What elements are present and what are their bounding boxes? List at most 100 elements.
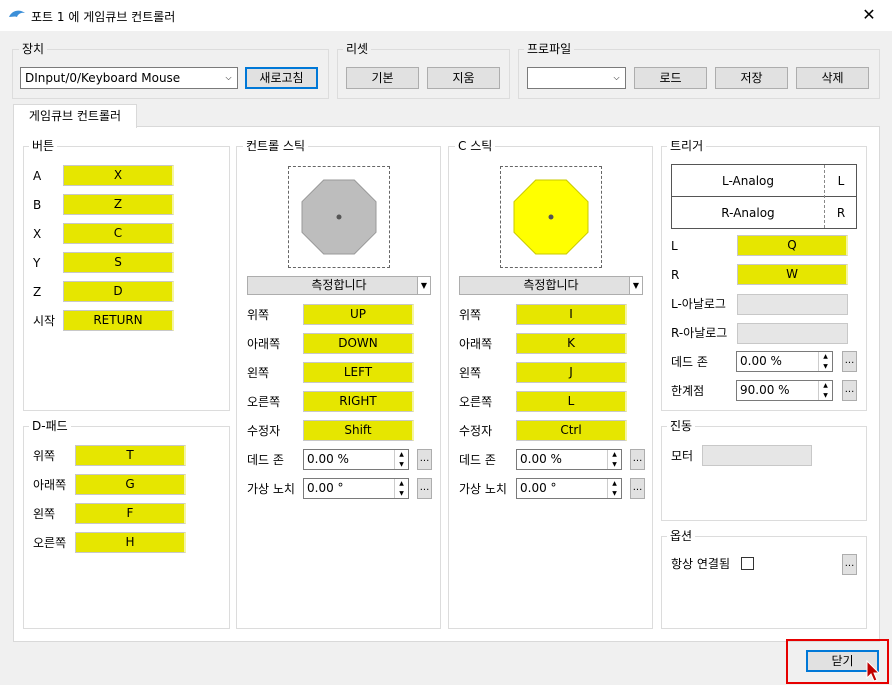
profile-label: 프로파일 bbox=[524, 42, 575, 56]
delete-button[interactable]: 삭제 bbox=[796, 67, 869, 89]
always-connected-checkbox[interactable] bbox=[741, 557, 754, 570]
c-stick-dead-zone-spinbox[interactable]: 0.00 % ▲ ▼ bbox=[516, 449, 622, 470]
dpad-3-label: 오른쪽 bbox=[33, 536, 67, 550]
r-digital-label: R bbox=[836, 206, 846, 220]
device-select[interactable]: DInput/0/Keyboard Mouse ⌵ bbox=[20, 67, 238, 89]
c-stick-label: C 스틱 bbox=[455, 139, 496, 153]
c-stick-1-key[interactable]: K bbox=[516, 333, 627, 354]
c-stick-3-key[interactable]: L bbox=[516, 391, 627, 412]
main-stick-0-label: 위쪽 bbox=[247, 308, 270, 322]
main-stick-3-label: 오른쪽 bbox=[247, 395, 281, 409]
c-stick-virtual-notch-more-button[interactable]: ... bbox=[630, 478, 645, 499]
rumble-group bbox=[661, 426, 867, 521]
close-icon[interactable]: ✕ bbox=[856, 4, 882, 26]
c-stick-1-label: 아래쪽 bbox=[459, 337, 493, 351]
main-stick-4-key[interactable]: Shift bbox=[303, 420, 414, 441]
trigger-threshold-spinbox[interactable]: 90.00 % ▲ ▼ bbox=[736, 380, 833, 401]
c-stick-octagon bbox=[513, 179, 589, 255]
dpad-3-key[interactable]: H bbox=[75, 532, 186, 553]
c-stick-2-key[interactable]: J bbox=[516, 362, 627, 383]
chevron-down-icon[interactable]: ▼ bbox=[629, 277, 642, 294]
dpad-label: D-패드 bbox=[29, 419, 71, 433]
trigger-dead-zone-spinbox[interactable]: 0.00 % ▲ ▼ bbox=[736, 351, 833, 372]
main-stick-virtual-notch-more-button[interactable]: ... bbox=[417, 478, 432, 499]
c-stick-4-key[interactable]: Ctrl bbox=[516, 420, 627, 441]
options-group bbox=[661, 536, 867, 629]
title-bar: 포트 1 에 게임큐브 컨트롤러 ✕ bbox=[0, 0, 892, 31]
main-stick-label: 컨트롤 스틱 bbox=[243, 139, 309, 153]
buttons-label: 버튼 bbox=[29, 139, 58, 153]
c-stick-virtual-notch-value: 0.00 ° bbox=[520, 481, 557, 495]
l-analog-input[interactable] bbox=[737, 294, 848, 315]
save-button[interactable]: 저장 bbox=[715, 67, 788, 89]
dpad-2-key[interactable]: F bbox=[75, 503, 186, 524]
button-5-key[interactable]: RETURN bbox=[63, 310, 174, 331]
button-3-key[interactable]: S bbox=[63, 252, 174, 273]
spin-arrows-icon[interactable]: ▲ ▼ bbox=[818, 381, 832, 400]
dolphin-icon bbox=[9, 10, 25, 17]
window-title: 포트 1 에 게임큐브 컨트롤러 bbox=[31, 10, 176, 24]
button-0-key[interactable]: X bbox=[63, 165, 174, 186]
spin-arrows-icon[interactable]: ▲ ▼ bbox=[394, 479, 408, 498]
spin-arrows-icon[interactable]: ▲ ▼ bbox=[607, 479, 621, 498]
main-stick-calibrate-button[interactable]: 측정합니다 ▼ bbox=[247, 276, 431, 295]
trigger-r-key[interactable]: W bbox=[737, 264, 848, 285]
main-stick-1-label: 아래쪽 bbox=[247, 337, 281, 351]
device-label: 장치 bbox=[19, 42, 48, 56]
trigger-analog-box: L-Analog L R-Analog R bbox=[671, 164, 857, 229]
main-stick-0-key[interactable]: UP bbox=[303, 304, 414, 325]
chevron-down-icon[interactable]: ▼ bbox=[417, 277, 430, 294]
main-stick-1-key[interactable]: DOWN bbox=[303, 333, 414, 354]
spin-arrows-icon[interactable]: ▲ ▼ bbox=[818, 352, 832, 371]
refresh-button[interactable]: 새로고침 bbox=[245, 67, 318, 89]
profile-select[interactable]: ⌵ bbox=[527, 67, 626, 89]
c-stick-0-label: 위쪽 bbox=[459, 308, 482, 322]
dpad-1-key[interactable]: G bbox=[75, 474, 186, 495]
button-4-key[interactable]: D bbox=[63, 281, 174, 302]
options-label: 옵션 bbox=[667, 529, 696, 543]
main-stick-dead-zone-more-button[interactable]: ... bbox=[417, 449, 432, 470]
always-connected-label: 항상 연결됨 bbox=[671, 557, 731, 571]
main-stick-dead-zone-label: 데드 존 bbox=[247, 453, 284, 467]
trigger-dead-zone-value: 0.00 % bbox=[740, 354, 782, 368]
r-analog-input[interactable] bbox=[737, 323, 848, 344]
dpad-1-label: 아래쪽 bbox=[33, 478, 67, 492]
spin-arrows-icon[interactable]: ▲ ▼ bbox=[607, 450, 621, 469]
tab-gamecube-controller[interactable]: 게임큐브 컨트롤러 bbox=[13, 104, 137, 128]
trigger-threshold-more-button[interactable]: ... bbox=[842, 380, 857, 401]
c-stick-dead-zone-more-button[interactable]: ... bbox=[630, 449, 645, 470]
device-value: DInput/0/Keyboard Mouse bbox=[25, 71, 181, 85]
motor-input[interactable] bbox=[702, 445, 812, 466]
button-0-label: A bbox=[33, 169, 42, 183]
rumble-label: 진동 bbox=[667, 419, 696, 433]
spin-arrows-icon[interactable]: ▲ ▼ bbox=[394, 450, 408, 469]
default-button[interactable]: 기본 bbox=[346, 67, 419, 89]
button-1-key[interactable]: Z bbox=[63, 194, 174, 215]
main-stick-2-key[interactable]: LEFT bbox=[303, 362, 414, 383]
c-stick-calibrate-button[interactable]: 측정합니다 ▼ bbox=[459, 276, 643, 295]
c-stick-virtual-notch-spinbox[interactable]: 0.00 ° ▲ ▼ bbox=[516, 478, 622, 499]
l-digital-label: L bbox=[837, 174, 845, 188]
main-stick-virtual-notch-spinbox[interactable]: 0.00 ° ▲ ▼ bbox=[303, 478, 409, 499]
dpad-0-key[interactable]: T bbox=[75, 445, 186, 466]
clear-button[interactable]: 지움 bbox=[427, 67, 500, 89]
main-stick-virtual-notch-value: 0.00 ° bbox=[307, 481, 344, 495]
options-more-button[interactable]: ... bbox=[842, 554, 857, 575]
chevron-down-icon: ⌵ bbox=[225, 73, 232, 82]
trigger-threshold-value: 90.00 % bbox=[740, 383, 790, 397]
main-stick-dead-zone-spinbox[interactable]: 0.00 % ▲ ▼ bbox=[303, 449, 409, 470]
c-stick-2-label: 왼쪽 bbox=[459, 366, 482, 380]
r-analog-label: R-Analog bbox=[721, 206, 775, 220]
trigger-l-key[interactable]: Q bbox=[737, 235, 848, 256]
c-stick-preview bbox=[500, 166, 602, 268]
trigger-dead-zone-more-button[interactable]: ... bbox=[842, 351, 857, 372]
c-stick-dead-zone-value: 0.00 % bbox=[520, 452, 562, 466]
button-2-key[interactable]: C bbox=[63, 223, 174, 244]
main-stick-3-key[interactable]: RIGHT bbox=[303, 391, 414, 412]
c-stick-0-key[interactable]: I bbox=[516, 304, 627, 325]
l-analog-label: L-Analog bbox=[721, 174, 774, 188]
main-stick-preview bbox=[288, 166, 390, 268]
load-button[interactable]: 로드 bbox=[634, 67, 707, 89]
button-1-label: B bbox=[33, 198, 42, 212]
main-stick-dead-zone-value: 0.00 % bbox=[307, 452, 349, 466]
